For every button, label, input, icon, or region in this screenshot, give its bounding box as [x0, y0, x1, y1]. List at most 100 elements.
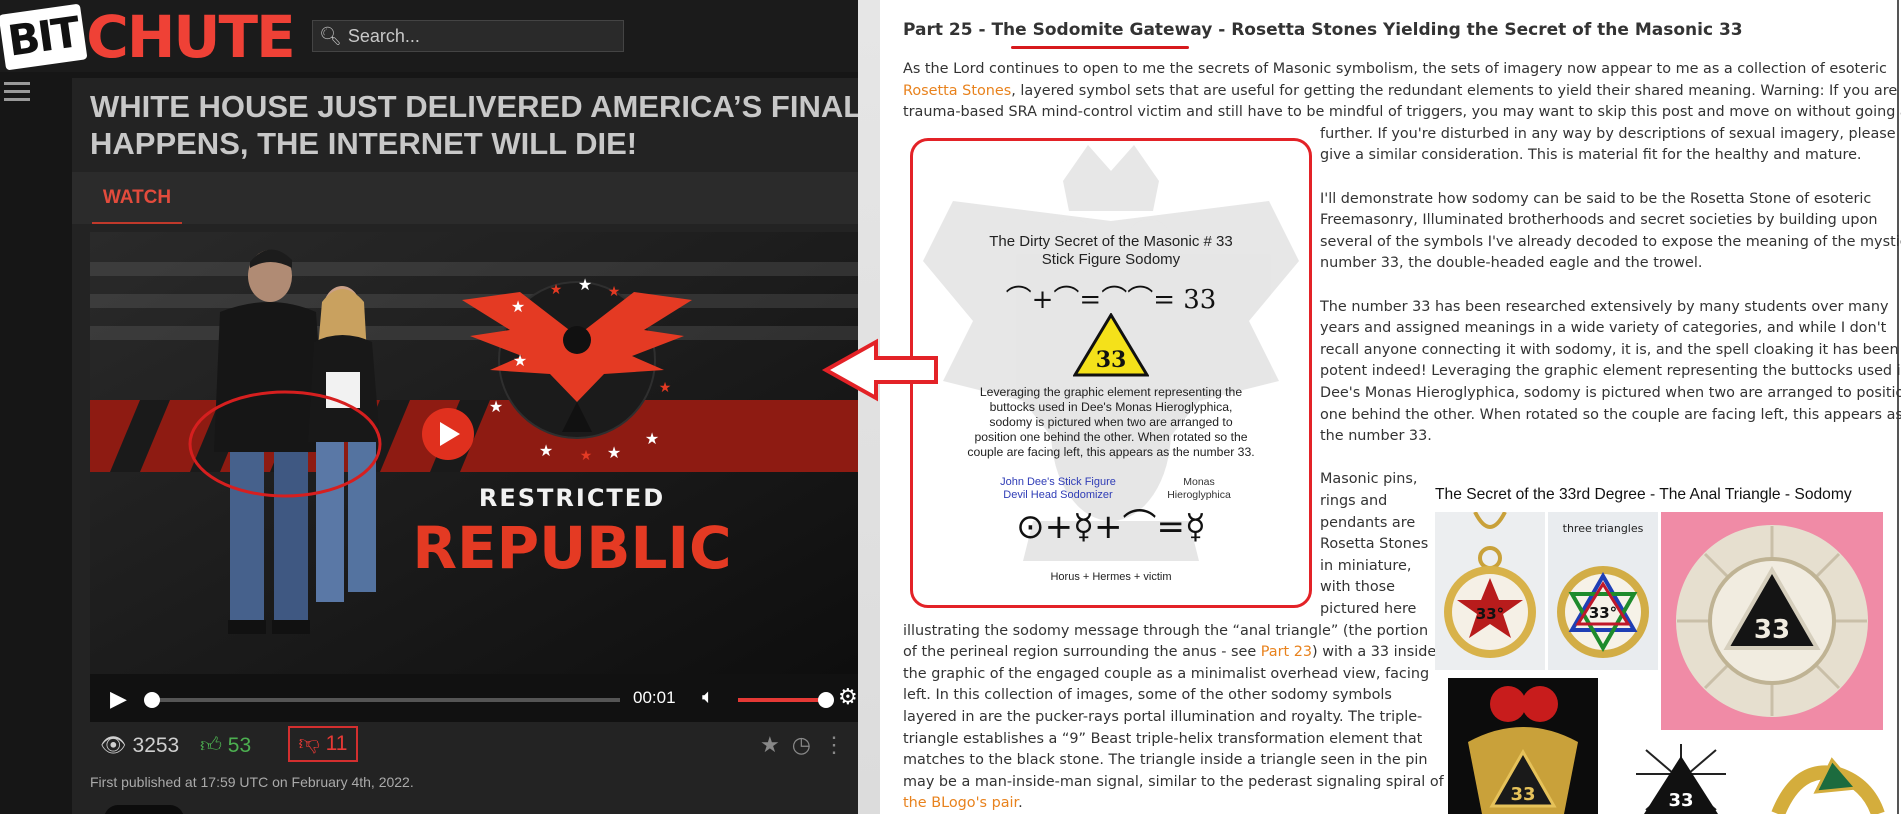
p4-line-2-after: ) with a 33 inside,: [1312, 644, 1441, 661]
dislikes-value: 11: [325, 732, 348, 755]
figure-caption-line: couple are facing left, this appears as …: [967, 445, 1255, 459]
p4-narrow-line: Rosetta Stones: [1320, 536, 1429, 553]
p1-line-5: give a similar consideration. This is ma…: [1320, 147, 1862, 164]
gear-icon[interactable]: ⚙: [838, 684, 858, 710]
label-monas-line: Monas: [1183, 476, 1215, 488]
heading-red-underline: [1011, 46, 1189, 49]
collage-ring: [1758, 744, 1888, 814]
search-box[interactable]: 🔍︎: [312, 20, 624, 52]
p4-line: the BLogo's pair.: [903, 793, 1023, 814]
p3-line: years and assigned meanings in a wide va…: [1320, 320, 1887, 337]
svg-text:★: ★: [550, 282, 563, 298]
clock-icon[interactable]: ◷: [792, 732, 823, 757]
p3-line: recall anyone connecting it with sodomy,…: [1320, 341, 1899, 358]
heading-post: - Rosetta Stones Yielding the Secret of …: [1212, 20, 1743, 40]
panel-divider: [858, 0, 880, 814]
figure-caption-line: buttocks used in Dee's Monas Hieroglyphi…: [989, 400, 1233, 414]
p4-narrow-line: pendants are: [1320, 514, 1416, 531]
yellow-triangle-33: 33: [1073, 313, 1149, 377]
p3-line: one behind the other. When rotated so th…: [1320, 406, 1901, 423]
svg-text:★: ★: [489, 397, 503, 416]
p4-line: the graphic of the engaged couple as a m…: [903, 665, 1430, 682]
p1-line-3: trauma-based SRA mind-control victim and…: [903, 104, 1901, 121]
collage-caption: The Secret of the 33rd Degree - The Anal…: [1435, 486, 1852, 503]
p1-line-2-rest: , layered symbol sets that are useful fo…: [1011, 82, 1901, 99]
article-panel: Part 25 - The Sodomite Gateway - Rosetta…: [880, 0, 1901, 814]
pin4-number: 33: [1510, 784, 1535, 805]
p4-line: may be a man-inside-man signal, similar …: [903, 773, 1444, 790]
collage-pin-5: 33: [1626, 744, 1736, 814]
thumbs-down-icon: 👎︎: [298, 732, 320, 755]
p3-line: The number 33 has been researched extens…: [1320, 298, 1889, 315]
video-actions: ★◷⋮: [760, 732, 857, 758]
p4-line: of the perineal region surrounding the a…: [903, 642, 1441, 664]
p4-line: matches to the black stone. The triangle…: [903, 752, 1428, 769]
collage-pin-2: three triangles 33°: [1548, 512, 1658, 670]
heading-pre: Part 25 - The: [903, 20, 1033, 40]
views-value: 3253: [132, 734, 180, 757]
figure-formula: ⌒+⌒=⌒⌒= 33: [1005, 285, 1217, 315]
p4-line-2-text: of the perineal region surrounding the a…: [903, 644, 1261, 661]
logo-bit: BIT: [0, 3, 88, 71]
video-title: WHITE HOUSE JUST DELIVERED AMERICA’S FIN…: [90, 88, 858, 162]
p4-line: illustrating the sodomy message through …: [903, 622, 1429, 639]
pin3-number: 33: [1754, 615, 1790, 645]
dislike-button[interactable]: 👎︎ 11: [288, 726, 358, 762]
triangle-badge-number: 33: [1096, 347, 1127, 373]
p4-narrow-line: Masonic pins,: [1320, 471, 1418, 488]
p4-line: layered in are the pucker-rays portal il…: [903, 709, 1423, 725]
video-title-line-1: WHITE HOUSE JUST DELIVERED AMERICA’S FIN…: [90, 89, 858, 124]
thumbnail-text-restricted: RESTRICTED: [479, 484, 665, 512]
tab-watch[interactable]: WATCH: [92, 172, 182, 224]
figure-title-line-2: Stick Figure Sodomy: [1041, 251, 1181, 268]
volume-fill: [738, 698, 826, 702]
article-heading: Part 25 - The Sodomite Gateway - Rosetta…: [903, 20, 1743, 40]
part23-link[interactable]: Part 23: [1261, 644, 1312, 660]
figure-title: The Dirty Secret of the Masonic # 33 Sti…: [913, 233, 1309, 269]
search-icon[interactable]: 🔍︎: [319, 26, 342, 47]
svg-text:★: ★: [659, 380, 672, 396]
p3-line: potent indeed! Leveraging the graphic el…: [1320, 363, 1901, 380]
p3-line: the number 33.: [1320, 428, 1432, 445]
volume-icon[interactable]: 🔈︎: [702, 686, 714, 709]
collage-pin-3: 33: [1661, 512, 1883, 730]
p2-line: several of the symbols I've already deco…: [1320, 233, 1901, 250]
blogo-link[interactable]: the BLogo's pair: [903, 795, 1018, 811]
p4-narrow-line: in miniature,: [1320, 557, 1412, 574]
p4-narrow-line: rings and: [1320, 493, 1388, 509]
svg-text:★: ★: [578, 275, 592, 294]
bottom-pill: [104, 805, 184, 814]
p4-narrow-line: with those: [1320, 579, 1396, 596]
more-icon[interactable]: ⋮: [823, 732, 857, 757]
label-dee-line: John Dee's Stick Figure: [1000, 476, 1116, 488]
video-tabs: WATCH: [72, 172, 858, 224]
like-button[interactable]: 👍︎ 53: [200, 732, 251, 758]
volume-slider[interactable]: [738, 692, 834, 708]
progress-bar[interactable]: [144, 692, 620, 708]
svg-text:★: ★: [580, 448, 593, 464]
logo-chute: CHUTE: [86, 3, 295, 71]
play-icon[interactable]: ▶: [110, 686, 127, 712]
figure-glyph-equation: ⊙+☿+⌒=☿: [1016, 507, 1206, 547]
progress-knob[interactable]: [144, 692, 160, 708]
pin1-number: 33°: [1476, 605, 1504, 623]
figure-caption: Leveraging the graphic element represent…: [951, 385, 1271, 460]
video-player[interactable]: ★ ★ ★ ★ ★ ★ ★ ★ ★ ★ ★ RESTRICTED REPUBLI…: [90, 232, 858, 722]
thumbnail-text-republic: REPUBLIC: [412, 514, 731, 582]
p2-line: Freemasonry, Illuminated brotherhoods an…: [1320, 212, 1878, 229]
figure-caption-line: sodomy is pictured when two are arranged…: [989, 415, 1233, 429]
search-input[interactable]: [347, 25, 618, 47]
svg-text:★: ★: [608, 284, 621, 300]
menu-icon[interactable]: [4, 82, 30, 102]
star-icon[interactable]: ★: [760, 732, 792, 757]
rosetta-stones-link[interactable]: Rosetta Stones: [903, 83, 1011, 99]
figure-title-line-1: The Dirty Secret of the Masonic # 33: [989, 233, 1233, 250]
published-date: First published at 17:59 UTC on February…: [90, 774, 414, 790]
collage-pin-1: 33°: [1435, 512, 1545, 670]
bitchute-logo[interactable]: BIT CHUTE: [0, 3, 296, 71]
p1-line-1: As the Lord continues to open to me the …: [903, 61, 1887, 77]
bitchute-topbar: BIT CHUTE 🔍︎: [0, 0, 858, 72]
volume-knob[interactable]: [818, 692, 834, 708]
video-page: WHITE HOUSE JUST DELIVERED AMERICA’S FIN…: [72, 78, 858, 814]
likes-value: 53: [227, 734, 252, 757]
